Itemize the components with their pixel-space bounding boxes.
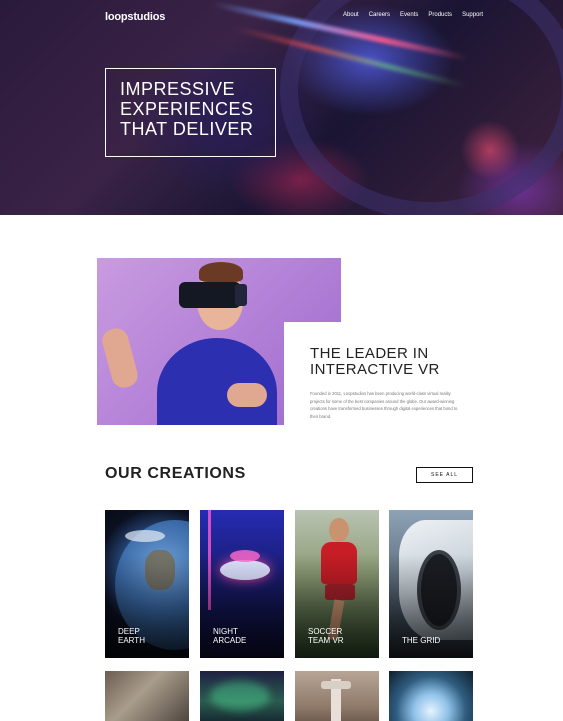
nav-support[interactable]: Support — [462, 12, 483, 18]
site-logo[interactable]: loopstudios — [105, 11, 165, 23]
tower-top — [321, 681, 351, 689]
intro-title: THE LEADER IN INTERACTIVE VR — [310, 346, 474, 378]
aurora-glow — [210, 681, 270, 711]
soccer-player-head — [329, 518, 349, 542]
main-nav: About Careers Events Products Support — [343, 12, 483, 18]
card-label-line: DEEP — [118, 627, 140, 636]
card-label: THE GRID — [402, 636, 440, 645]
creation-card-deep-earth[interactable]: DEEP EARTH — [105, 510, 189, 658]
card-label-line: EARTH — [118, 636, 145, 645]
intro-image-hand — [227, 383, 267, 407]
card-label: SOCCER TEAM VR — [308, 627, 344, 645]
creation-card-row2-2[interactable] — [200, 671, 284, 721]
hero-headline-line: THAT DELIVER — [120, 119, 254, 139]
hero-glow — [460, 120, 520, 180]
hero-headline-box: IMPRESSIVE EXPERIENCES THAT DELIVER — [105, 68, 276, 157]
card-label-line: NIGHT — [213, 627, 238, 636]
creation-card-night-arcade[interactable]: NIGHT ARCADE — [200, 510, 284, 658]
intro-title-line: THE LEADER IN — [310, 345, 429, 362]
creation-card-row2-3[interactable] — [295, 671, 379, 721]
see-all-button[interactable]: SEE ALL — [416, 467, 473, 483]
card-label-line: ARCADE — [213, 636, 247, 645]
creation-card-the-grid[interactable]: THE GRID — [389, 510, 473, 658]
card-label-line: SOCCER — [308, 627, 343, 636]
hero-headline-line: IMPRESSIVE — [120, 79, 236, 99]
intro-title-line: INTERACTIVE VR — [310, 361, 440, 378]
creation-card-row2-1[interactable] — [105, 671, 189, 721]
intro-card: THE LEADER IN INTERACTIVE VR Founded in … — [284, 322, 474, 442]
nav-events[interactable]: Events — [400, 12, 418, 18]
hero-headline-line: EXPERIENCES — [120, 99, 254, 119]
intro-paragraph: Founded in 2011, Loopstudios has been pr… — [310, 391, 458, 419]
nav-products[interactable]: Products — [428, 12, 452, 18]
card-label: DEEP EARTH — [118, 627, 145, 645]
intro-image-hair — [199, 262, 243, 282]
card-label-line: THE GRID — [402, 636, 441, 645]
nav-careers[interactable]: Careers — [369, 12, 390, 18]
hero-section: loopstudios About Careers Events Product… — [0, 0, 563, 215]
earth-cloud — [125, 530, 165, 542]
hero-vr-headset-visual — [280, 0, 563, 215]
intro-image-headset-band — [235, 284, 247, 306]
creation-card-soccer-team-vr[interactable]: SOCCER TEAM VR — [295, 510, 379, 658]
nav-about[interactable]: About — [343, 12, 359, 18]
intro-image-body — [157, 338, 277, 425]
card-label-line: TEAM VR — [308, 636, 344, 645]
creations-title: OUR CREATIONS — [105, 465, 246, 482]
intro-image-headset — [179, 282, 241, 308]
intro-image-arm — [99, 325, 141, 391]
card-label: NIGHT ARCADE — [213, 627, 246, 645]
creation-card-row2-4[interactable] — [389, 671, 473, 721]
